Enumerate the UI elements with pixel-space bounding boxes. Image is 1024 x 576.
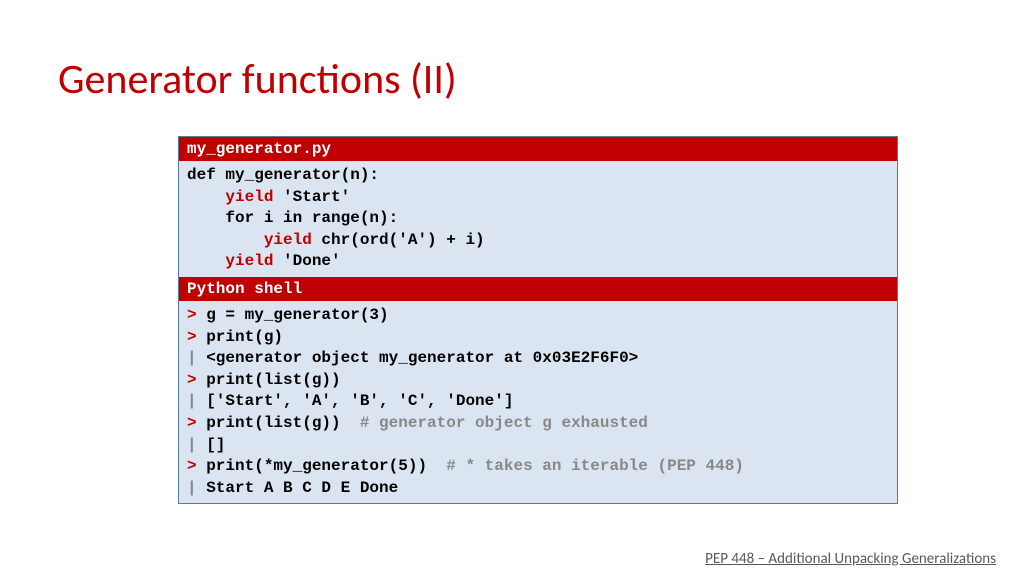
prompt-icon: > — [187, 306, 206, 324]
shell-output: > g = my_generator(3) > print(g) | <gene… — [179, 301, 897, 503]
code-text: chr(ord('A') + i) — [312, 231, 485, 249]
shell-line: ['Start', 'A', 'B', 'C', 'Done'] — [206, 392, 513, 410]
prompt-icon: > — [187, 414, 206, 432]
shell-header: Python shell — [179, 277, 897, 301]
keyword-yield: yield — [225, 252, 273, 270]
code-line: for i in range(n): — [187, 209, 398, 227]
file-header: my_generator.py — [179, 137, 897, 161]
footer-link[interactable]: PEP 448 – Additional Unpacking Generaliz… — [705, 550, 996, 568]
output-marker-icon: | — [187, 392, 206, 410]
prompt-icon: > — [187, 328, 206, 346]
comment: # * takes an iterable (PEP 448) — [446, 457, 744, 475]
shell-line: <generator object my_generator at 0x03E2… — [206, 349, 638, 367]
shell-line: print(*my_generator(5)) — [206, 457, 446, 475]
keyword-yield: yield — [264, 231, 312, 249]
output-marker-icon: | — [187, 349, 206, 367]
code-container: my_generator.py def my_generator(n): yie… — [178, 136, 898, 504]
code-indent — [187, 188, 225, 206]
shell-line: print(g) — [206, 328, 283, 346]
comment: # generator object g exhausted — [360, 414, 648, 432]
slide-title: Generator functions (II) — [58, 54, 457, 105]
shell-line: [] — [206, 436, 225, 454]
output-marker-icon: | — [187, 479, 206, 497]
code-indent — [187, 231, 264, 249]
shell-line: Start A B C D E Done — [206, 479, 398, 497]
prompt-icon: > — [187, 371, 206, 389]
prompt-icon: > — [187, 457, 206, 475]
code-line: def my_generator(n): — [187, 166, 379, 184]
code-text: 'Start' — [273, 188, 350, 206]
output-marker-icon: | — [187, 436, 206, 454]
code-text: 'Done' — [273, 252, 340, 270]
source-code: def my_generator(n): yield 'Start' for i… — [179, 161, 897, 277]
shell-line: print(list(g)) — [206, 414, 360, 432]
shell-line: print(list(g)) — [206, 371, 340, 389]
keyword-yield: yield — [225, 188, 273, 206]
shell-line: g = my_generator(3) — [206, 306, 388, 324]
code-indent — [187, 252, 225, 270]
